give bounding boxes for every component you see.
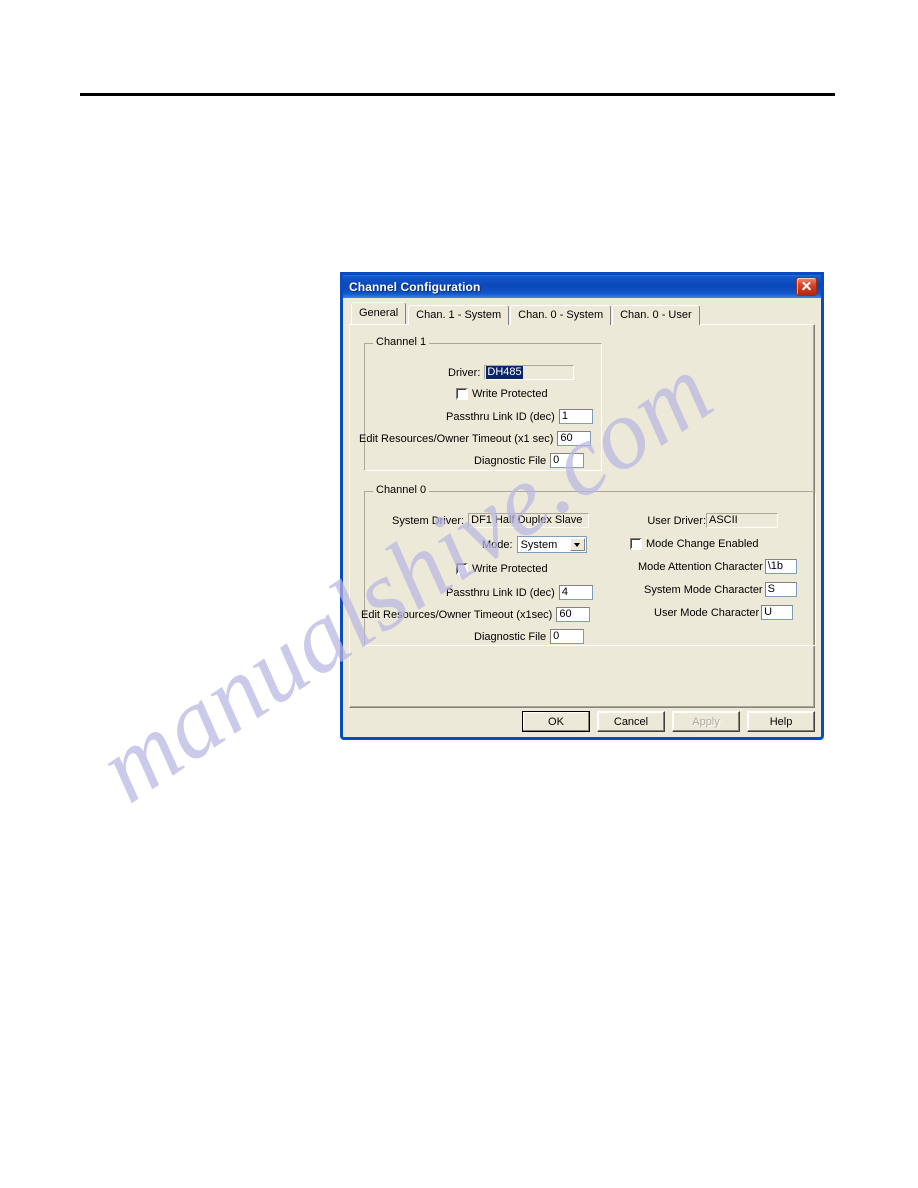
- page-header-rule: [80, 93, 835, 96]
- dialog-title: Channel Configuration: [349, 279, 481, 294]
- channel1-edit-timeout-label: Edit Resources/Owner Timeout (x1 sec): [359, 432, 554, 445]
- channel0-system-driver-value: DF1 Half Duplex Slave: [468, 513, 590, 528]
- channel0-write-protected-checkbox[interactable]: [456, 563, 468, 575]
- channel0-mode-label: Mode:: [482, 538, 513, 551]
- channel0-mode-attention-input[interactable]: \1b: [764, 559, 797, 574]
- channel0-system-mode-label: System Mode Character: [644, 583, 763, 596]
- channel0-passthru-label: Passthru Link ID (dec): [446, 586, 555, 599]
- tab-chan-0-user[interactable]: Chan. 0 - User: [612, 305, 700, 325]
- channel1-write-protected-label: Write Protected: [472, 388, 548, 400]
- channel1-diagnostic-input[interactable]: 0: [550, 453, 585, 468]
- tab-chan-0-system[interactable]: Chan. 0 - System: [510, 305, 612, 325]
- channel1-driver-label: Driver:: [448, 366, 481, 379]
- channel0-mode-change-label: Mode Change Enabled: [646, 538, 759, 550]
- channel1-edit-timeout-row: Edit Resources/Owner Timeout (x1 sec) 60: [359, 431, 592, 446]
- channel0-system-driver-row: System Driver: DF1 Half Duplex Slave: [392, 513, 590, 528]
- channel0-diagnostic-label: Diagnostic File: [474, 630, 547, 643]
- channel0-write-protected-label: Write Protected: [472, 563, 548, 575]
- tab-chan-1-system[interactable]: Chan. 1 - System: [408, 305, 510, 325]
- channel0-mode-attention-row: Mode Attention Character \1b: [638, 559, 797, 574]
- channel0-mode-value: System: [520, 538, 558, 551]
- channel0-user-driver-row: User Driver: ASCII: [628, 513, 778, 528]
- channel1-driver-row: Driver: DH485: [448, 365, 575, 380]
- dialog-client-area: General Chan. 1 - System Chan. 0 - Syste…: [343, 298, 821, 740]
- channel0-mode-select[interactable]: System: [516, 536, 587, 553]
- channel0-user-mode-input[interactable]: U: [761, 605, 794, 620]
- channel1-passthru-label: Passthru Link ID (dec): [446, 410, 555, 423]
- channel-configuration-dialog: Channel Configuration General Chan. 1 - …: [340, 272, 824, 740]
- channel0-user-driver-value: ASCII: [706, 513, 778, 528]
- channel0-passthru-input[interactable]: 4: [558, 585, 593, 600]
- channel0-edit-timeout-row: Edit Resources/Owner Timeout (x1sec) 60: [361, 607, 591, 622]
- channel0-user-driver-label: User Driver:: [647, 514, 706, 527]
- dialog-button-bar: OK Cancel Apply Help: [349, 711, 815, 734]
- channel1-passthru-input[interactable]: 1: [558, 409, 593, 424]
- cancel-button[interactable]: Cancel: [597, 711, 665, 732]
- tab-general[interactable]: General: [351, 302, 407, 324]
- channel0-user-mode-label: User Mode Character: [654, 606, 760, 619]
- channel0-system-driver-label: System Driver:: [392, 514, 465, 527]
- dialog-titlebar[interactable]: Channel Configuration: [343, 272, 821, 298]
- channel0-diagnostic-input[interactable]: 0: [550, 629, 585, 644]
- channel0-system-mode-row: System Mode Character S: [644, 582, 797, 597]
- help-button[interactable]: Help: [747, 711, 815, 732]
- channel0-mode-change-checkbox[interactable]: [630, 538, 642, 550]
- channel0-diagnostic-row: Diagnostic File 0: [474, 629, 585, 644]
- ok-button[interactable]: OK: [522, 711, 590, 732]
- channel1-driver-value: DH485: [486, 366, 523, 379]
- channel0-edit-timeout-label: Edit Resources/Owner Timeout (x1sec): [361, 608, 553, 621]
- channel1-edit-timeout-input[interactable]: 60: [557, 431, 592, 446]
- channel0-user-mode-row: User Mode Character U: [654, 605, 794, 620]
- group-channel-0-title: Channel 0: [373, 485, 430, 496]
- channel0-mode-attention-label: Mode Attention Character: [638, 560, 763, 573]
- channel0-passthru-row: Passthru Link ID (dec) 4: [446, 585, 593, 600]
- group-channel-1: Channel 1: [364, 337, 602, 471]
- close-icon[interactable]: [796, 277, 817, 296]
- tab-panel-general: Channel 1 Driver: DH485 Write Protected …: [349, 324, 816, 708]
- channel1-diagnostic-row: Diagnostic File 0: [474, 453, 585, 468]
- channel0-mode-change-row[interactable]: Mode Change Enabled: [630, 538, 759, 550]
- channel1-diagnostic-label: Diagnostic File: [474, 454, 547, 467]
- channel0-write-protected-row[interactable]: Write Protected: [456, 563, 548, 575]
- apply-button: Apply: [672, 711, 740, 732]
- group-channel-1-title: Channel 1: [373, 337, 430, 348]
- channel0-edit-timeout-input[interactable]: 60: [556, 607, 591, 622]
- channel0-mode-row: Mode: System: [482, 536, 587, 553]
- tab-strip: General Chan. 1 - System Chan. 0 - Syste…: [349, 302, 815, 325]
- channel1-driver-field[interactable]: DH485: [484, 365, 575, 380]
- channel1-write-protected-checkbox[interactable]: [456, 388, 468, 400]
- channel1-write-protected-row[interactable]: Write Protected: [456, 388, 548, 400]
- channel0-system-mode-input[interactable]: S: [764, 582, 797, 597]
- channel1-passthru-row: Passthru Link ID (dec) 1: [446, 409, 593, 424]
- chevron-down-icon[interactable]: [569, 538, 585, 551]
